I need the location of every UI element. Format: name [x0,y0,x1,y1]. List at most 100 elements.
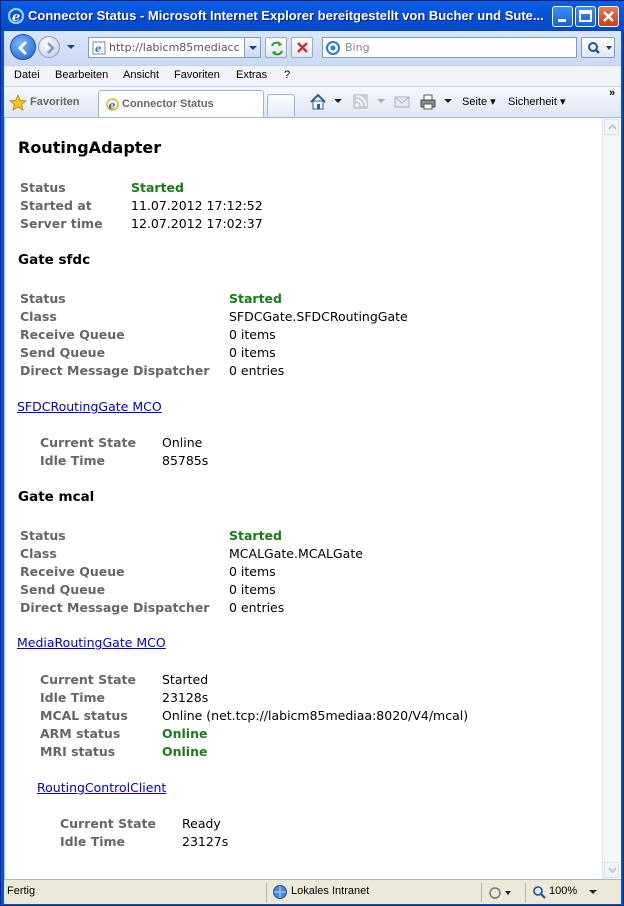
stop-icon [297,42,308,53]
ie-icon: e [7,7,25,25]
arm-status-value: Online [162,726,208,741]
page-menu[interactable]: Seite ▾ [462,95,496,108]
field-label: Idle Time [40,453,106,468]
mri-status-value: Online [162,744,208,759]
gate-sfdc-heading: Gate sfdc [18,252,91,268]
security-zone-label: Lokales Intranet [291,885,370,897]
gate-mcal-send-queue: 0 items [229,582,276,597]
svg-text:e: e [109,99,116,112]
started-at-value: 11.07.2012 17:12:52 [131,198,263,213]
title-bar[interactable]: e Connector Status - Microsoft Internet … [1,1,624,31]
field-label: Direct Message Dispatcher [20,363,210,378]
media-mco-idle-time: 23128s [162,690,209,705]
field-label: MCAL status [40,708,128,723]
menu-ansicht[interactable]: Ansicht [123,69,159,81]
bing-icon [326,41,340,55]
home-icon[interactable] [309,93,327,111]
menu-help[interactable]: ? [284,69,290,81]
field-label: Started at [20,198,92,213]
field-label: Idle Time [60,834,126,849]
maximize-button[interactable] [575,6,596,27]
favorites-label: Favoriten [30,96,80,108]
toolbar-overflow[interactable]: » [609,87,615,99]
search-box[interactable]: Bing [322,37,577,58]
menu-extras[interactable]: Extras [236,69,267,81]
gate-sfdc-class: SFDCGate.SFDCRoutingGate [229,309,408,324]
menu-favoriten[interactable]: Favoriten [174,69,220,81]
refresh-button[interactable] [265,37,287,58]
status-separator [266,883,267,902]
mail-icon[interactable] [393,93,411,111]
scroll-down-button[interactable] [604,862,619,878]
print-icon[interactable] [419,93,437,111]
field-label: Class [20,309,57,324]
refresh-icon [271,41,283,56]
maximize-icon [579,10,592,22]
page-title: RoutingAdapter [18,138,162,157]
gate-sfdc-send-queue: 0 items [229,345,276,360]
close-icon [603,11,614,22]
tab-connector-status[interactable]: e Connector Status [98,90,264,117]
field-label: Status [20,291,66,306]
magnifier-icon [588,42,612,54]
search-placeholder: Bing [345,41,370,54]
address-bar[interactable]: e http://labicm85mediacc:908 [88,37,261,58]
zoom-dropdown-icon[interactable] [589,890,597,896]
vertical-scrollbar[interactable] [602,118,619,879]
ie-tab-icon: e [106,98,119,112]
page-icon: e [92,41,106,55]
status-text: Fertig [7,885,36,897]
intranet-zone-icon [273,885,287,899]
safety-menu[interactable]: Sicherheit ▾ [508,95,566,108]
gate-sfdc-dispatcher: 0 entries [229,363,285,378]
svg-text:e: e [12,10,20,25]
gate-mcal-receive-queue: 0 items [229,564,276,579]
address-url[interactable]: http://labicm85mediacc:908 [109,41,241,54]
menu-bearbeiten[interactable]: Bearbeiten [55,69,108,81]
minimize-icon [558,19,566,22]
field-label: Send Queue [20,582,106,597]
sfdc-mco-link[interactable]: SFDCRoutingGate MCO [17,399,162,414]
sfdc-mco-idle-time: 85785s [162,453,209,468]
back-arrow-icon [17,40,28,56]
print-dropdown-icon[interactable] [444,99,452,105]
search-button[interactable] [581,37,615,58]
stop-button[interactable] [291,37,313,58]
back-button[interactable] [10,34,36,60]
home-dropdown-icon[interactable] [334,99,342,105]
media-mco-link[interactable]: MediaRoutingGate MCO [17,635,166,650]
gate-mcal-heading: Gate mcal [18,489,95,505]
new-tab-button[interactable] [267,94,295,116]
mcal-status-value: Online (net.tcp://labicm85mediaa:8020/V4… [162,708,469,723]
history-dropdown-icon[interactable] [66,43,76,51]
close-button[interactable] [598,6,619,27]
tab-label: Connector Status [122,98,214,110]
status-bar: Fertig Lokales Intranet 100% [4,879,621,904]
gate-sfdc-receive-queue: 0 items [229,327,276,342]
field-label: Class [20,546,57,561]
zoom-level[interactable]: 100% [549,885,577,897]
window-title: Connector Status - Microsoft Internet Ex… [28,8,544,23]
minimize-button[interactable] [552,6,573,27]
svg-text:e: e [95,44,101,55]
menu-datei[interactable]: Datei [14,69,40,81]
field-label: Status [20,528,66,543]
scroll-up-button[interactable] [604,119,619,135]
field-label: Server time [20,216,103,231]
safety-menu-label: Sicherheit [508,96,557,108]
navigation-bar: e http://labicm85mediacc:908 [4,31,621,65]
field-label: Idle Time [40,690,106,705]
field-label: Current State [60,816,156,831]
address-dropdown[interactable] [244,38,260,57]
gate-mcal-status: Started [229,528,282,543]
zoom-icon [533,886,546,899]
field-label: Current State [40,435,136,450]
sfdc-mco-state: Online [162,435,203,450]
client-idle-time: 23127s [182,834,229,849]
protected-mode-icon[interactable] [488,885,512,901]
feeds-dropdown-icon[interactable] [377,99,385,105]
feeds-icon[interactable] [352,93,370,111]
routing-control-client-link[interactable]: RoutingControlClient [37,780,166,795]
forward-button[interactable] [38,36,60,58]
status-separator [525,883,526,902]
